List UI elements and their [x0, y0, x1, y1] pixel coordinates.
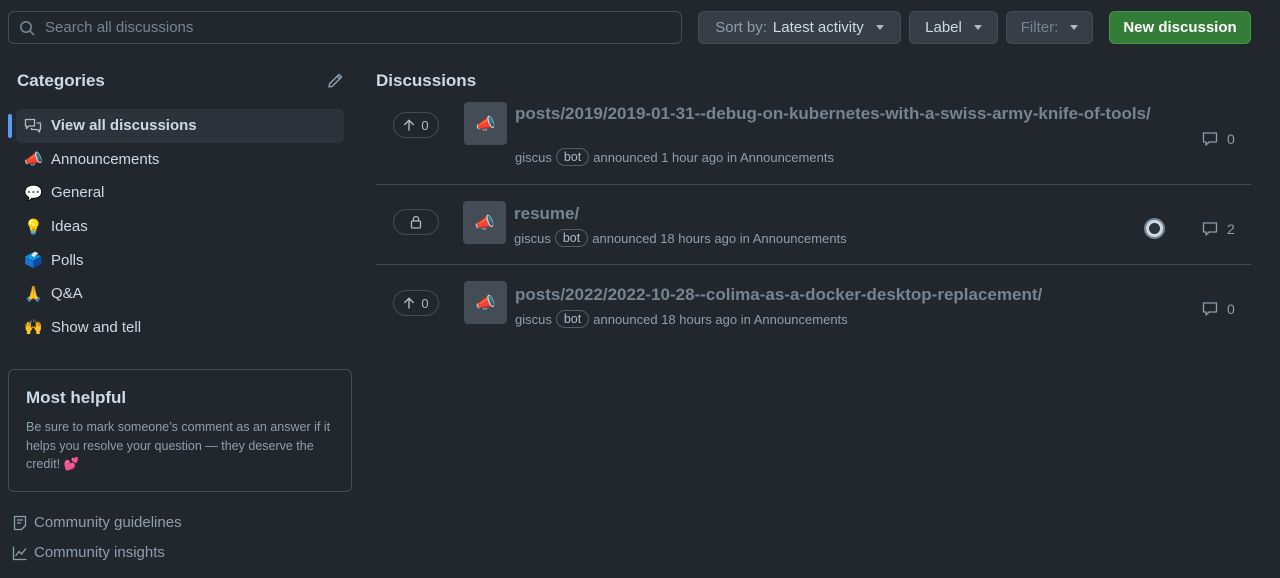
- category-item-announcements[interactable]: 📣 Announcements: [16, 143, 344, 177]
- megaphone-icon: 📣: [463, 201, 506, 244]
- avatar-face: [1149, 223, 1160, 234]
- comment-count[interactable]: 0: [1202, 301, 1235, 317]
- category-label: Polls: [51, 251, 84, 269]
- vote-count: 0: [421, 295, 429, 311]
- discussion-row[interactable]: 📣 resume/ giscus bot announced 18 hours …: [376, 185, 1251, 265]
- community-insights-link[interactable]: Community insights: [12, 544, 165, 561]
- pencil-icon[interactable]: [326, 72, 344, 90]
- community-insights-label: Community insights: [34, 544, 165, 561]
- most-helpful-text: Be sure to mark someone’s comment as an …: [26, 420, 331, 471]
- category-label: General: [51, 184, 105, 202]
- graph-icon: [12, 546, 27, 560]
- bot-badge: bot: [554, 229, 589, 247]
- discussion-row[interactable]: 0 📣 posts/2022/2022-10-28--colima-as-a-d…: [376, 265, 1251, 345]
- comment-icon: [1202, 132, 1218, 146]
- category-item-view-all[interactable]: View all discussions: [8, 109, 344, 143]
- category-item-polls[interactable]: 🗳️ Polls: [16, 243, 344, 277]
- author-link[interactable]: giscus: [514, 231, 551, 246]
- announced-text: announced 1 hour ago in Announcements: [593, 149, 834, 165]
- category-label: Ideas: [51, 218, 88, 236]
- lightbulb-icon: 💡: [24, 218, 43, 236]
- megaphone-icon: 📣: [24, 151, 43, 169]
- new-discussion-button[interactable]: New discussion: [1109, 11, 1251, 44]
- category-label: Show and tell: [51, 318, 142, 336]
- chevron-down-icon: [973, 25, 982, 30]
- category-item-qa[interactable]: 🙏 Q&A: [16, 277, 344, 311]
- bot-badge: bot: [555, 310, 590, 328]
- comment-count[interactable]: 2: [1202, 221, 1235, 237]
- label-button[interactable]: Label: [909, 11, 998, 44]
- upvote-button[interactable]: 0: [393, 112, 439, 138]
- chevron-down-icon: [1070, 25, 1079, 30]
- author-link[interactable]: giscus: [515, 150, 552, 165]
- discussion-title-link[interactable]: posts/2019/2019-01-31--debug-on-kubernet…: [515, 103, 1165, 124]
- category-list: View all discussions 📣 Announcements 💬 G…: [8, 109, 344, 345]
- discussions-title: Discussions: [376, 71, 477, 90]
- discussion-title-link[interactable]: resume/: [514, 203, 579, 224]
- category-label: Q&A: [51, 285, 83, 303]
- most-helpful-card: Most helpful Be sure to mark someone’s c…: [8, 369, 352, 492]
- lock-icon: [410, 215, 422, 229]
- comment-icon: [1202, 222, 1218, 236]
- label-button-text: Label: [925, 19, 962, 36]
- chevron-down-icon: [875, 25, 884, 30]
- raised-hands-icon: 🙌: [24, 319, 43, 337]
- category-label: View all discussions: [51, 117, 197, 135]
- comment-icon: [1202, 302, 1218, 316]
- sort-button[interactable]: Sort by: Latest activity: [698, 11, 901, 44]
- discussion-row[interactable]: 0 📣 posts/2019/2019-01-31--debug-on-kube…: [376, 100, 1251, 185]
- discussion-title-link[interactable]: posts/2022/2022-10-28--colima-as-a-docke…: [515, 284, 1042, 305]
- discussion-meta: giscus bot announced 18 hours ago in Ann…: [514, 229, 847, 247]
- folded-hands-icon: 🙏: [24, 285, 43, 303]
- categories-title: Categories: [17, 71, 105, 90]
- bot-badge: bot: [555, 148, 590, 166]
- comment-count-value: 2: [1227, 221, 1235, 237]
- announced-text: announced 18 hours ago in Announcements: [592, 230, 847, 246]
- sort-prefix: Sort by:: [715, 19, 767, 36]
- filter-button[interactable]: Filter:: [1006, 11, 1093, 44]
- search-placeholder: Search all discussions: [45, 19, 194, 36]
- megaphone-icon: 📣: [464, 281, 507, 324]
- filter-button-text: Filter:: [1020, 19, 1059, 36]
- community-guidelines-label: Community guidelines: [34, 514, 182, 531]
- category-item-ideas[interactable]: 💡 Ideas: [16, 210, 344, 244]
- category-label: Announcements: [51, 150, 160, 168]
- discussion-meta: giscus bot announced 18 hours ago in Ann…: [515, 310, 848, 328]
- comment-count-value: 0: [1227, 301, 1235, 317]
- upvote-button[interactable]: 0: [393, 290, 439, 316]
- discussion-meta: giscus bot announced 1 hour ago in Annou…: [515, 148, 834, 166]
- comment-count[interactable]: 0: [1202, 131, 1235, 147]
- sort-value: Latest activity: [772, 19, 864, 36]
- vote-count: 0: [421, 117, 429, 133]
- locked-badge: [393, 209, 439, 235]
- category-item-general[interactable]: 💬 General: [16, 176, 344, 210]
- guidelines-icon: [13, 515, 27, 530]
- author-link[interactable]: giscus: [515, 312, 552, 327]
- arrow-up-icon: [404, 297, 415, 309]
- most-helpful-title: Most helpful: [26, 388, 127, 407]
- announced-text: announced 18 hours ago in Announcements: [593, 311, 848, 327]
- search-icon: [20, 20, 35, 35]
- community-guidelines-link[interactable]: Community guidelines: [12, 514, 182, 531]
- megaphone-icon: 📣: [464, 102, 507, 145]
- participant-avatar[interactable]: [1144, 218, 1165, 239]
- speech-balloon-icon: 💬: [24, 184, 43, 202]
- speech-bubbles-icon: [24, 118, 42, 133]
- search-input[interactable]: Search all discussions: [8, 11, 682, 44]
- arrow-up-icon: [404, 119, 415, 131]
- comment-count-value: 0: [1227, 131, 1235, 147]
- ballot-box-icon: 🗳️: [24, 252, 43, 270]
- category-item-show-and-tell[interactable]: 🙌 Show and tell: [16, 311, 344, 345]
